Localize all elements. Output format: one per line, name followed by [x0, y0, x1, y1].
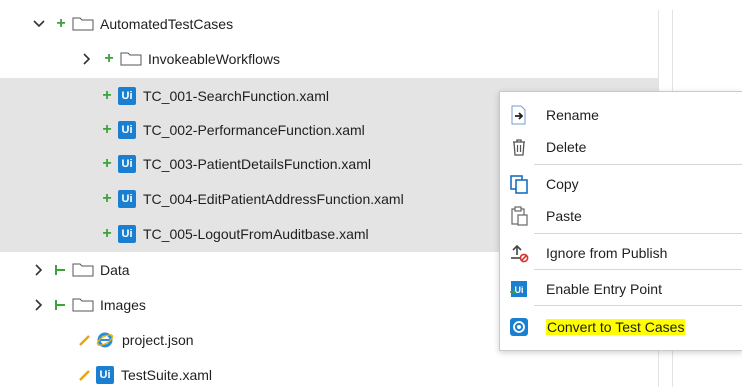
plus-icon: +	[56, 14, 66, 32]
plus-icon: +	[102, 224, 112, 242]
tree-item-label: TC_005-LogoutFromAuditbase.xaml	[143, 225, 369, 242]
folder-icon	[120, 52, 142, 65]
menu-item-ignore-from-publish[interactable]: Ignore from Publish	[500, 237, 742, 269]
tree-item-label: TC_002-PerformanceFunction.xaml	[143, 121, 365, 138]
ignore-publish-icon	[511, 244, 529, 263]
tree-item-label: AutomatedTestCases	[100, 15, 234, 32]
json-file-icon	[96, 332, 114, 347]
modified-pencil-icon	[79, 334, 90, 346]
uipath-file-icon: Ui	[118, 120, 136, 139]
paste-icon	[511, 206, 528, 226]
plus-icon: +	[102, 189, 112, 207]
copy-icon	[510, 175, 528, 194]
menu-item-copy[interactable]: Copy	[500, 168, 742, 200]
uipath-file-icon: Ui	[96, 365, 114, 384]
tree-item-label: TestSuite.xaml	[121, 366, 213, 383]
tree-item-label: Data	[100, 261, 130, 278]
uipath-file-icon: Ui	[118, 154, 136, 173]
menu-item-enable-entry-point[interactable]: Ui Enable Entry Point	[500, 273, 742, 305]
tree-row-data[interactable]: Data	[32, 252, 130, 287]
menu-item-label: Delete	[546, 139, 587, 155]
tree-item-label: Images	[100, 296, 146, 313]
tree-row-images[interactable]: Images	[32, 287, 146, 322]
folder-icon	[72, 298, 94, 311]
menu-item-paste[interactable]: Paste	[500, 200, 742, 232]
menu-separator	[534, 233, 742, 234]
modified-pencil-icon	[79, 369, 90, 381]
menu-item-label: Copy	[546, 176, 579, 192]
menu-separator	[534, 305, 742, 306]
tree-item-label: project.json	[122, 331, 194, 348]
menu-item-label: Rename	[546, 107, 599, 123]
uipath-file-icon: Ui	[118, 189, 136, 208]
tree-row-invokeableworkflows[interactable]: + InvokeableWorkflows	[80, 41, 280, 76]
menu-item-label: Convert to Test Cases	[546, 319, 686, 335]
plus-icon: +	[102, 154, 112, 172]
uipath-file-icon: Ui	[118, 86, 136, 105]
menu-item-label: Ignore from Publish	[546, 245, 668, 261]
trash-icon	[513, 139, 525, 156]
excluded-marker-icon	[54, 262, 68, 278]
tree-item-label: TC_001-SearchFunction.xaml	[143, 87, 329, 104]
tree-row-tc002[interactable]: + Ui TC_002-PerformanceFunction.xaml	[100, 112, 365, 147]
menu-item-convert-to-test-cases[interactable]: Convert to Test Cases	[500, 311, 742, 343]
folder-icon	[72, 17, 94, 30]
chevron-down-icon[interactable]	[32, 16, 46, 32]
convert-test-case-icon	[510, 318, 528, 336]
rename-icon	[511, 105, 526, 125]
entry-point-icon: Ui	[510, 281, 527, 297]
chevron-right-icon[interactable]	[32, 262, 46, 278]
plus-icon: +	[104, 49, 114, 67]
tree-row-tc003[interactable]: + Ui TC_003-PatientDetailsFunction.xaml	[100, 146, 371, 181]
menu-item-label: Enable Entry Point	[546, 281, 662, 297]
folder-icon	[72, 263, 94, 276]
context-menu: Rename Delete Copy Paste Ignore from Pub…	[499, 91, 742, 351]
tree-row-project-json[interactable]: project.json	[78, 322, 194, 357]
tree-row-automatedtestcases[interactable]: + AutomatedTestCases	[32, 6, 233, 41]
menu-item-rename[interactable]: Rename	[500, 99, 742, 131]
menu-separator	[534, 164, 742, 165]
plus-icon: +	[102, 120, 112, 138]
tree-item-label: TC_004-EditPatientAddressFunction.xaml	[143, 190, 404, 207]
menu-separator	[534, 269, 742, 270]
tree-item-label: TC_003-PatientDetailsFunction.xaml	[143, 155, 371, 172]
chevron-right-icon[interactable]	[80, 51, 94, 67]
excluded-marker-icon	[54, 297, 68, 313]
tree-row-tc005[interactable]: + Ui TC_005-LogoutFromAuditbase.xaml	[100, 216, 369, 251]
svg-text:Ui: Ui	[515, 285, 524, 295]
chevron-right-icon[interactable]	[32, 297, 46, 313]
menu-item-delete[interactable]: Delete	[500, 131, 742, 163]
tree-row-tc004[interactable]: + Ui TC_004-EditPatientAddressFunction.x…	[100, 181, 404, 216]
tree-item-label: InvokeableWorkflows	[148, 50, 281, 67]
menu-item-label: Paste	[546, 208, 582, 224]
tree-row-tc001[interactable]: + Ui TC_001-SearchFunction.xaml	[100, 78, 329, 113]
uipath-file-icon: Ui	[118, 224, 136, 243]
plus-icon: +	[102, 86, 112, 104]
